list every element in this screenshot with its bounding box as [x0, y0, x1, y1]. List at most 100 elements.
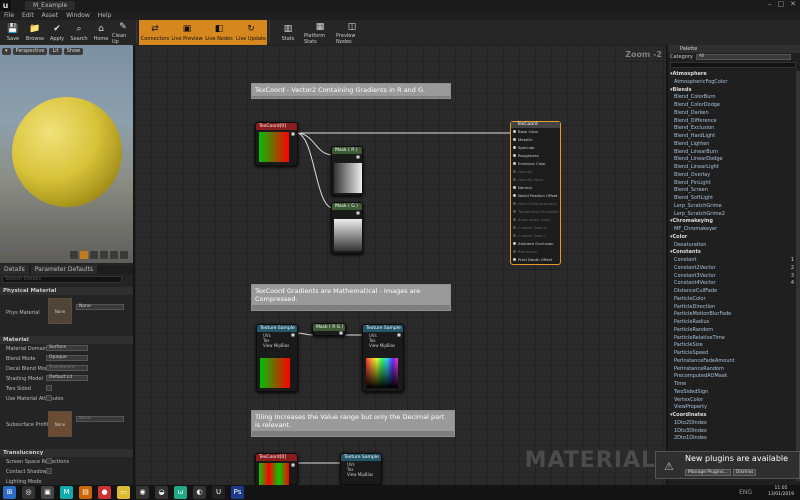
material-input-pin[interactable]: Custom Data 0 [511, 224, 560, 232]
palette-category[interactable]: ▾Color [668, 234, 800, 242]
palette-item[interactable]: ParticleDirection [668, 304, 800, 312]
toolbar-live-nodes-button[interactable]: ◧ Live Nodes [203, 20, 235, 45]
output-pin[interactable] [291, 132, 295, 136]
toolbar-connectors-button[interactable]: ⇄ Connectors [139, 20, 171, 45]
maximize-button[interactable]: □ [778, 0, 785, 8]
toolbar-cleanup-button[interactable]: ✎ Clean Up [112, 20, 134, 45]
palette-item[interactable]: Blend_LinearLight [668, 164, 800, 172]
comment-box[interactable]: TexCoord - Vector2 Containing Gradients … [251, 83, 451, 99]
palette-item[interactable]: TwoSidedSign [668, 389, 800, 397]
pin-view-mipbias[interactable]: View MipBias [369, 343, 395, 348]
output-pin[interactable] [291, 333, 295, 337]
palette-item[interactable]: ParticleRelativeTime [668, 335, 800, 343]
texture-sample-node[interactable]: Texture Sample UVs Tex View MipBias [362, 324, 404, 392]
preview-viewport[interactable]: ⟂ ▾ Perspective Lit Show [0, 45, 133, 263]
palette-item[interactable]: VertexColor [668, 397, 800, 405]
palette-item[interactable]: Blend_LinearBurn [668, 149, 800, 157]
material-section[interactable]: Material [0, 336, 133, 344]
palette-item[interactable]: Blend_SoftLight [668, 195, 800, 203]
subsurface-profile-thumbnail[interactable]: None [48, 411, 72, 437]
palette-item[interactable]: Blend_Overlay [668, 172, 800, 180]
material-input-pin[interactable]: Opacity Mask [511, 176, 560, 184]
phys-material-dropdown[interactable]: None [76, 304, 124, 310]
material-input-pin[interactable]: Specular [511, 144, 560, 152]
output-pin[interactable] [356, 211, 360, 215]
details-search-input[interactable]: Search Details [2, 276, 122, 283]
palette-item[interactable]: Blend_HardLight [668, 133, 800, 141]
toolbar-save-button[interactable]: 💾 Save [2, 20, 24, 45]
chrome-icon[interactable]: ◉ [136, 486, 149, 499]
two-sided-checkbox[interactable] [46, 385, 52, 391]
palette-item[interactable]: Constant4Vector 4 [668, 280, 800, 288]
teapot-shape-icon[interactable] [120, 251, 128, 259]
palette-item[interactable]: MF_Chromakeyer [668, 226, 800, 234]
palette-category[interactable]: ▾Chromakeying [668, 218, 800, 226]
perspective-button[interactable]: Perspective [12, 48, 48, 55]
palette-item[interactable]: AtmosphericFogColor [668, 79, 800, 87]
app-icon[interactable]: ▤ [79, 486, 92, 499]
palette-item[interactable]: ParticleMotionBlurFade [668, 311, 800, 319]
palette-item[interactable]: Blend_Difference [668, 118, 800, 126]
material-input-pin[interactable]: Emissive Color [511, 160, 560, 168]
menu-asset[interactable]: Asset [42, 11, 58, 20]
toolbar-search-button[interactable]: ⌕ Search [68, 20, 90, 45]
palette-item[interactable]: Blend_ColorBurn [668, 94, 800, 102]
pin-view-mipbias[interactable]: View MipBias [347, 472, 373, 477]
palette-item[interactable]: 1Dto3DIndex [668, 428, 800, 436]
material-graph[interactable]: Zoom -2 MATERIAL TexCoord - Vector2 Cont… [135, 45, 666, 485]
material-input-pin[interactable]: World Displacement [511, 200, 560, 208]
use-material-attributes-checkbox[interactable] [46, 395, 52, 401]
palette-category[interactable]: ▾Coordinates [668, 412, 800, 420]
blend-mode-dropdown[interactable]: Opaque [46, 355, 88, 361]
minimize-button[interactable]: – [768, 0, 772, 8]
material-input-pin[interactable]: Opacity [511, 168, 560, 176]
document-tab[interactable]: M_Example [25, 1, 76, 10]
pin-view-mipbias[interactable]: View MipBias [263, 343, 289, 348]
palette-search-input[interactable] [670, 62, 796, 68]
palette-item[interactable]: PrecomputedAOMask [668, 373, 800, 381]
tab-parameter-defaults[interactable]: Parameter Defaults [30, 265, 97, 274]
sphere-shape-icon[interactable] [80, 251, 88, 259]
lit-button[interactable]: Lit [49, 48, 62, 55]
menu-file[interactable]: File [4, 11, 14, 20]
decal-blend-mode-dropdown[interactable]: Translucent [46, 365, 88, 371]
palette-item[interactable]: DistanceCullFade [668, 288, 800, 296]
material-input-pin[interactable]: Normal [511, 184, 560, 192]
mesh-shape-icon[interactable] [110, 251, 118, 259]
toolbar-home-button[interactable]: ⌂ Home [90, 20, 112, 45]
material-input-pin[interactable]: Roughness [511, 152, 560, 160]
palette-item[interactable]: Blend_Lighten [668, 141, 800, 149]
texture-sample-node[interactable]: Texture Sample UVs Tex View MipBias [256, 324, 298, 392]
translucency-section[interactable]: Translucency [0, 449, 133, 457]
material-input-pin[interactable]: Base Color [511, 128, 560, 136]
palette-item[interactable]: Blend_LinearDodge [668, 156, 800, 164]
app-icon[interactable]: M [60, 486, 73, 499]
palette-category[interactable]: ▾Constants [668, 249, 800, 257]
palette-item[interactable]: Constant2Vector 2 [668, 265, 800, 273]
menu-edit[interactable]: Edit [22, 11, 34, 20]
app-icon[interactable]: ◐ [193, 486, 206, 499]
palette-item[interactable]: ParticleColor [668, 296, 800, 304]
app-icon[interactable]: ▣ [41, 486, 54, 499]
palette-category[interactable]: ▾Blends [668, 87, 800, 95]
screen-space-reflections-checkbox[interactable] [46, 458, 52, 464]
palette-item[interactable]: PerInstanceFadeAmount [668, 358, 800, 366]
mask-g-node[interactable]: Mask ( G ) [331, 202, 363, 254]
material-domain-dropdown[interactable]: Surface [46, 345, 88, 351]
material-input-pin[interactable]: Refraction [511, 248, 560, 256]
start-button-icon[interactable]: ⊞ [3, 486, 16, 499]
physical-material-section[interactable]: Physical Material [0, 287, 133, 295]
material-input-pin[interactable]: Ambient Occlusion [511, 240, 560, 248]
toolbar-folder-button[interactable]: 📁 Browse [24, 20, 46, 45]
material-input-pin[interactable]: Pixel Depth Offset [511, 256, 560, 264]
output-pin[interactable] [397, 333, 401, 337]
palette-item[interactable]: Constant3Vector 3 [668, 273, 800, 281]
texcoord-node[interactable]: TexCoord[0] [255, 453, 298, 485]
manage-plugins-button[interactable]: Manage Plugins... [685, 469, 731, 476]
palette-item[interactable]: Blend_ColorDodge [668, 102, 800, 110]
material-input-pin[interactable]: Tessellation Multiplier [511, 208, 560, 216]
palette-item[interactable]: Time [668, 381, 800, 389]
subsurface-profile-dropdown[interactable]: None [76, 416, 124, 422]
app-icon[interactable]: ◎ [22, 486, 35, 499]
category-dropdown[interactable]: All [695, 54, 791, 60]
